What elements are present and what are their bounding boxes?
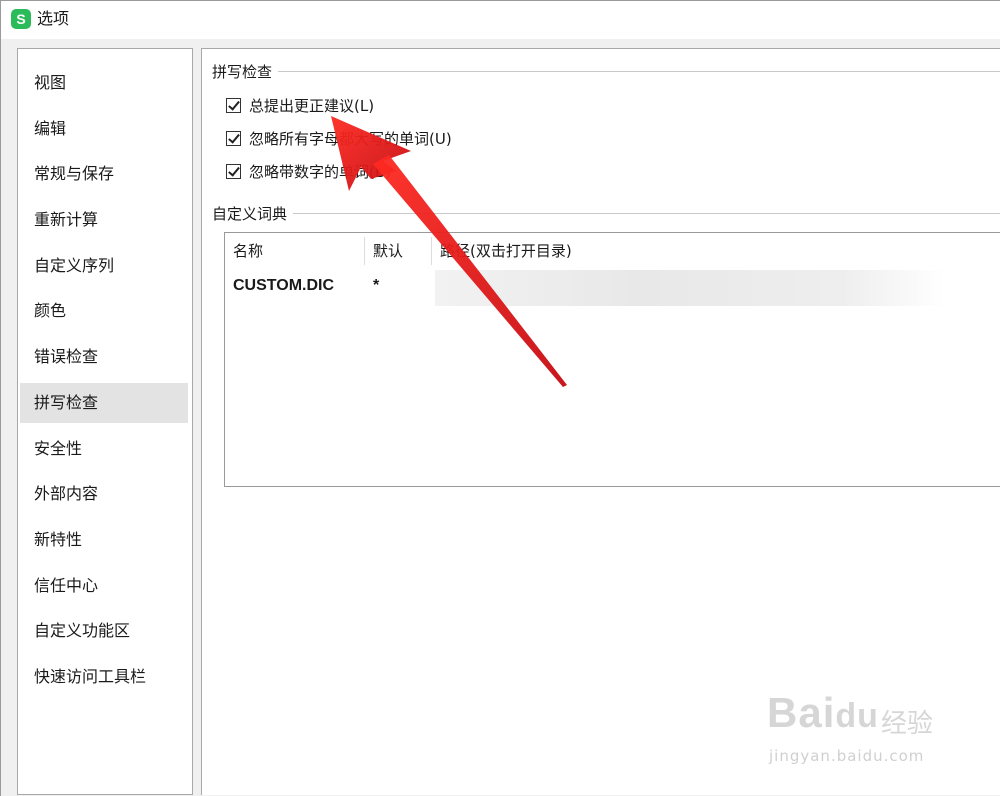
- watermark-brand: Baidu: [767, 689, 879, 736]
- sidebar-item-external-content[interactable]: 外部内容: [20, 474, 188, 514]
- title-bar: S 选项: [1, 1, 1000, 39]
- option-ignore-uppercase[interactable]: 忽略所有字母都大写的单词(U): [226, 126, 452, 150]
- ignore-numbers-label: 忽略带数字的单词(B): [249, 162, 391, 181]
- column-header-path[interactable]: 路径(双击打开目录): [432, 233, 572, 269]
- watermark-url: jingyan.baidu.com: [769, 747, 925, 765]
- sidebar-item-spell-check[interactable]: 拼写检查: [20, 383, 188, 423]
- table-row-path[interactable]: [432, 271, 440, 301]
- ignore-numbers-checkbox[interactable]: [226, 163, 241, 179]
- dictionary-group-title: 自定义词典: [212, 204, 294, 224]
- sidebar-item-custom-lists[interactable]: 自定义序列: [20, 246, 188, 286]
- wps-app-icon: S: [11, 9, 31, 29]
- watermark-cn-text: 经验: [881, 709, 934, 739]
- dictionary-group-divider: [212, 213, 1000, 214]
- window-title: 选项: [37, 9, 70, 28]
- sidebar-item-error-checking[interactable]: 错误检查: [20, 337, 188, 377]
- column-header-name[interactable]: 名称: [225, 233, 263, 269]
- baidu-jingyan-watermark: Baidu 经验 jingyan.baidu.com: [763, 689, 953, 779]
- sidebar-item-trust-center[interactable]: 信任中心: [20, 566, 188, 606]
- sidebar-item-security[interactable]: 安全性: [20, 429, 188, 469]
- column-header-default[interactable]: 默认: [365, 233, 403, 269]
- sidebar-item-general-save[interactable]: 常规与保存: [20, 154, 188, 194]
- table-row-name[interactable]: CUSTOM.DIC: [225, 271, 334, 301]
- sidebar-item-edit[interactable]: 编辑: [20, 109, 188, 149]
- options-dialog: S 选项 视图 编辑 常规与保存 重新计算 自定义序列 颜色 错误检查 拼写检查…: [0, 0, 1000, 796]
- table-row-default[interactable]: *: [365, 271, 379, 301]
- sidebar-item-recalculate[interactable]: 重新计算: [20, 200, 188, 240]
- dialog-body: 视图 编辑 常规与保存 重新计算 自定义序列 颜色 错误检查 拼写检查 安全性 …: [1, 39, 1000, 796]
- options-sidebar: 视图 编辑 常规与保存 重新计算 自定义序列 颜色 错误检查 拼写检查 安全性 …: [17, 48, 193, 795]
- sidebar-item-customize-ribbon[interactable]: 自定义功能区: [20, 611, 188, 651]
- spellcheck-group-divider: [212, 71, 1000, 72]
- always-suggest-checkbox[interactable]: [226, 97, 241, 113]
- sidebar-item-new-features[interactable]: 新特性: [20, 520, 188, 560]
- custom-dictionary-table[interactable]: 名称 默认 路径(双击打开目录) CUSTOM.DIC *: [224, 232, 1000, 487]
- sidebar-item-colors[interactable]: 颜色: [20, 291, 188, 331]
- spellcheck-group-title: 拼写检查: [212, 62, 279, 82]
- ignore-uppercase-label: 忽略所有字母都大写的单词(U): [249, 129, 452, 148]
- option-always-suggest[interactable]: 总提出更正建议(L): [226, 93, 374, 117]
- always-suggest-label: 总提出更正建议(L): [249, 96, 375, 115]
- ignore-uppercase-checkbox[interactable]: [226, 130, 241, 146]
- path-redacted: [435, 270, 945, 306]
- spellcheck-panel: 拼写检查 总提出更正建议(L) 忽略所有字母都大写的单词(U) 忽略带数字的单词…: [201, 48, 1000, 795]
- sidebar-item-view[interactable]: 视图: [20, 63, 188, 103]
- sidebar-item-quick-access-toolbar[interactable]: 快速访问工具栏: [20, 657, 188, 697]
- option-ignore-numbers[interactable]: 忽略带数字的单词(B): [226, 159, 391, 183]
